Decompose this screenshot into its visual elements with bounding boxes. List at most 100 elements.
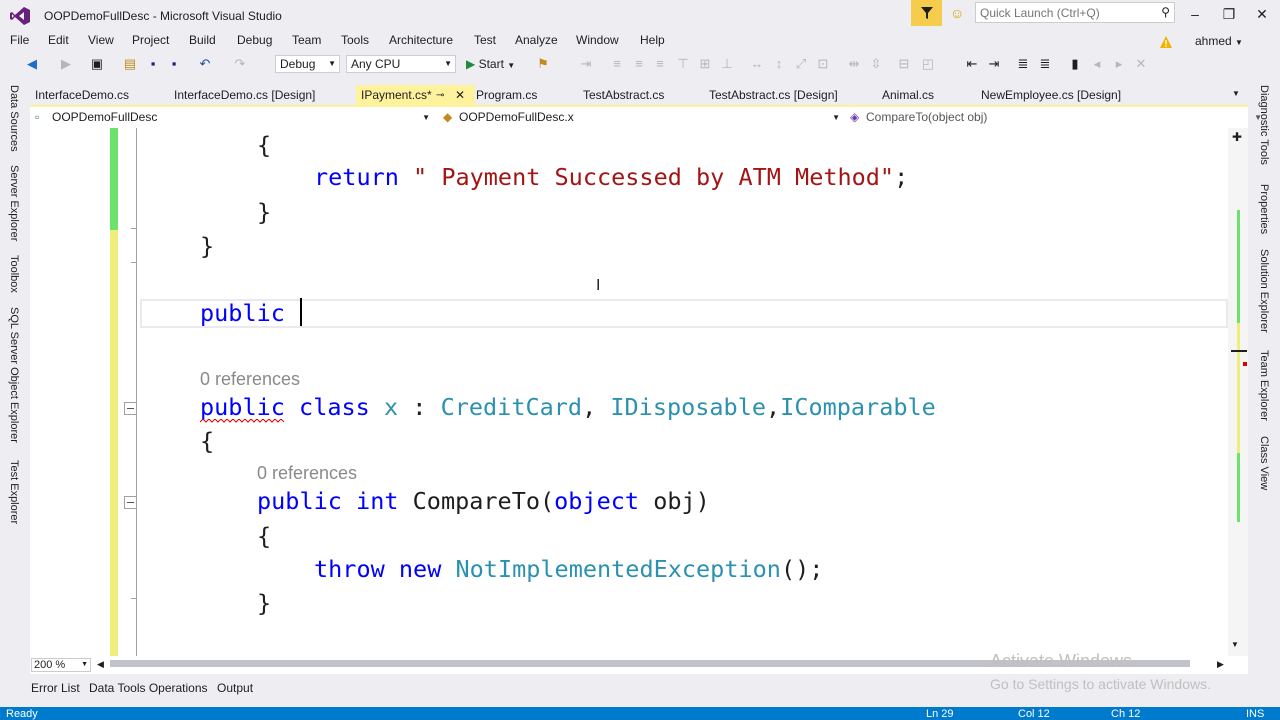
zoom-level-select[interactable]: 200 % ▼ (31, 658, 91, 672)
tab-overflow-chevron-icon[interactable]: ▼ (1232, 89, 1240, 98)
find-in-files-icon[interactable]: ⚑ (535, 56, 551, 72)
bring-to-front-icon[interactable]: ◰ (920, 56, 936, 72)
previous-bookmark-icon[interactable]: ◂ (1089, 56, 1105, 72)
size-to-grid-icon[interactable]: ⊡ (815, 56, 831, 72)
menu-architecture[interactable]: Architecture (389, 33, 453, 47)
collapse-method-toggle[interactable] (124, 496, 137, 509)
tool-tab-sql-server-object-explorer[interactable]: SQL Server Object Explorer (8, 307, 20, 443)
tool-tab-solution-explorer[interactable]: Solution Explorer (1258, 249, 1270, 333)
maximize-button[interactable]: ❐ (1219, 6, 1239, 22)
menu-test[interactable]: Test (474, 33, 496, 47)
navigate-back-icon[interactable]: ◀ (24, 56, 40, 72)
keyword: public (257, 487, 342, 515)
menu-project[interactable]: Project (132, 33, 169, 47)
change-tracking-margin (110, 128, 118, 656)
next-bookmark-icon[interactable]: ▸ (1111, 56, 1127, 72)
project-dropdown[interactable]: ▫ OOPDemoFullDesc ▼ (32, 109, 432, 126)
tab-output[interactable]: Output (217, 681, 253, 695)
menu-help[interactable]: Help (640, 33, 665, 47)
tab-interfacedemo-cs[interactable]: InterfaceDemo.cs (30, 85, 129, 106)
menu-tools[interactable]: Tools (341, 33, 369, 47)
left-tool-window-strip: Data Sources Server Explorer Toolbox SQL… (0, 82, 28, 707)
redo-icon[interactable]: ↷ (232, 56, 248, 72)
outdent-icon[interactable]: ⇤ (964, 56, 980, 72)
feedback-smile-icon[interactable]: ☺ (950, 5, 966, 21)
tab-testabstract-cs[interactable]: TestAbstract.cs (578, 85, 664, 106)
save-all-icon[interactable]: ▪ (166, 56, 182, 72)
quick-launch-box[interactable]: ⚲ (975, 2, 1175, 23)
tool-tab-data-sources[interactable]: Data Sources (8, 85, 20, 152)
minimize-button[interactable]: – (1185, 6, 1205, 22)
user-account-menu[interactable]: ahmed ▼ (1195, 34, 1243, 48)
save-icon[interactable]: ▪ (145, 56, 161, 72)
make-same-size-icon[interactable]: ⤢ (793, 56, 809, 72)
quick-launch-input[interactable] (976, 3, 1154, 23)
scroll-left-arrow-icon[interactable]: ◀ (97, 659, 104, 670)
tab-testabstract-design[interactable]: TestAbstract.cs [Design] (704, 85, 838, 106)
current-line-highlight (140, 299, 1228, 328)
tab-data-tools-operations[interactable]: Data Tools Operations (89, 681, 208, 695)
start-debugging-button[interactable]: ▶ Start ▼ (466, 57, 515, 71)
member-dropdown[interactable]: ◈ CompareTo(object obj) ▼ (846, 109, 1264, 126)
open-file-icon[interactable]: ▤ (122, 56, 138, 72)
warning-icon[interactable] (1159, 35, 1173, 49)
menu-edit[interactable]: Edit (48, 33, 69, 47)
align-middle-icon[interactable]: ⊞ (697, 56, 713, 72)
uncomment-icon[interactable]: ≣ (1037, 56, 1053, 72)
new-project-icon[interactable]: ▣ (89, 56, 105, 72)
menu-team[interactable]: Team (292, 33, 321, 47)
clear-bookmarks-icon[interactable]: ✕ (1133, 56, 1149, 72)
make-same-width-icon[interactable]: ↔ (749, 56, 765, 72)
bookmark-icon[interactable]: ▮ (1067, 56, 1083, 72)
navigate-forward-icon[interactable]: ▶ (58, 56, 74, 72)
tab-interfacedemo-design[interactable]: InterfaceDemo.cs [Design] (169, 85, 315, 106)
vertical-scrollbar[interactable]: ✚ ▼ (1228, 128, 1248, 656)
code-editor[interactable]: { return " Payment Successed by ATM Meth… (30, 128, 1248, 656)
scroll-right-arrow-icon[interactable]: ▶ (1217, 659, 1224, 670)
solution-platform-select[interactable]: Any CPU ▼ (346, 55, 456, 73)
keyword: int (356, 487, 399, 515)
menu-debug[interactable]: Debug (237, 33, 272, 47)
tool-tab-team-explorer[interactable]: Team Explorer (1258, 350, 1270, 421)
menu-build[interactable]: Build (189, 33, 216, 47)
align-top-icon[interactable]: ⊤ (675, 56, 691, 72)
tab-newemployee-design[interactable]: NewEmployee.cs [Design] (976, 85, 1121, 106)
horizontal-spacing-icon[interactable]: ⇹ (846, 56, 862, 72)
close-button[interactable]: ✕ (1252, 6, 1272, 22)
undo-icon[interactable]: ↶ (197, 56, 213, 72)
solution-configuration-select[interactable]: Debug ▼ (275, 55, 340, 73)
notification-filter-icon[interactable] (911, 0, 942, 26)
menu-window[interactable]: Window (576, 33, 619, 47)
menu-view[interactable]: View (88, 33, 114, 47)
type-dropdown[interactable]: ◆ OOPDemoFullDesc.x ▼ (439, 109, 842, 126)
vertical-spacing-icon[interactable]: ⇳ (868, 56, 884, 72)
codelens-references[interactable]: 0 references (257, 463, 357, 484)
tab-program-cs[interactable]: Program.cs (471, 85, 537, 106)
tool-tab-properties[interactable]: Properties (1258, 184, 1270, 234)
center-horizontally-icon[interactable]: ⊟ (896, 56, 912, 72)
align-bottom-icon[interactable]: ⊥ (719, 56, 735, 72)
step-icon[interactable]: ⇥ (578, 56, 594, 72)
menu-analyze[interactable]: Analyze (515, 33, 558, 47)
scroll-down-arrow-icon[interactable]: ▼ (1231, 640, 1239, 649)
collapse-class-toggle[interactable] (124, 402, 137, 415)
make-same-height-icon[interactable]: ↕ (771, 56, 787, 72)
indent-icon[interactable]: ⇥ (986, 56, 1002, 72)
tool-tab-class-view[interactable]: Class View (1258, 436, 1270, 490)
tab-ipayment-cs[interactable]: IPayment.cs* ⊸ ✕ (356, 85, 475, 106)
tab-error-list[interactable]: Error List (31, 681, 80, 695)
align-center-icon[interactable]: ≡ (631, 56, 647, 72)
close-tab-icon[interactable]: ✕ (455, 85, 465, 106)
codelens-references[interactable]: 0 references (200, 369, 300, 390)
align-right-icon[interactable]: ≡ (652, 56, 668, 72)
search-icon[interactable]: ⚲ (1161, 5, 1170, 19)
tab-animal-cs[interactable]: Animal.cs (877, 85, 934, 106)
tool-tab-test-explorer[interactable]: Test Explorer (8, 460, 20, 524)
align-left-icon[interactable]: ≡ (609, 56, 625, 72)
pin-icon[interactable]: ⊸ (436, 85, 444, 106)
tool-tab-server-explorer[interactable]: Server Explorer (8, 165, 20, 241)
menu-file[interactable]: File (10, 33, 29, 47)
comment-icon[interactable]: ≣ (1015, 56, 1031, 72)
tool-tab-toolbox[interactable]: Toolbox (8, 255, 20, 293)
split-window-icon[interactable]: ✚ (1232, 130, 1242, 144)
